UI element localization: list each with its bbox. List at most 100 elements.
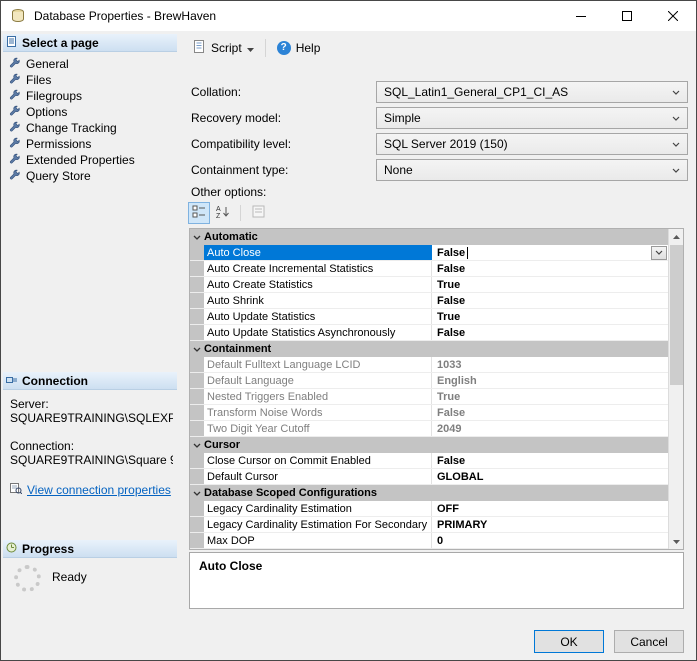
property-row[interactable]: Default CursorGLOBAL [190, 469, 668, 485]
property-row: Nested Triggers EnabledTrue [190, 389, 668, 405]
progress-body: Ready [3, 558, 177, 592]
categorized-icon [192, 205, 206, 221]
scrollbar-down-icon[interactable] [669, 534, 684, 549]
property-value[interactable]: PRIMARY [432, 517, 668, 532]
category-row-database-scoped-configurations[interactable]: Database Scoped Configurations [190, 485, 668, 501]
property-value[interactable]: 0 [432, 533, 668, 548]
sidebar-item-label: Permissions [26, 137, 91, 151]
script-icon [193, 40, 206, 56]
sidebar-item-options[interactable]: Options [9, 104, 177, 120]
property-value[interactable]: False [432, 453, 668, 468]
editor-text[interactable]: False [437, 247, 465, 259]
category-row-cursor[interactable]: Cursor [190, 437, 668, 453]
scrollbar-up-icon[interactable] [669, 229, 684, 244]
indent-strip [190, 309, 204, 324]
property-name: Auto Update Statistics [204, 309, 432, 324]
page-icon [9, 57, 21, 72]
connection-value: SQUARE9TRAINING\Square 9 [10, 453, 173, 467]
property-value[interactable]: False [432, 293, 668, 308]
property-row[interactable]: Auto ShrinkFalse [190, 293, 668, 309]
maximize-icon[interactable] [604, 1, 650, 31]
property-value: False [432, 405, 668, 420]
property-value[interactable]: False [432, 325, 668, 340]
property-value[interactable]: True [432, 309, 668, 324]
chevron-down-icon[interactable] [190, 437, 204, 453]
property-row[interactable]: Auto Update StatisticsTrue [190, 309, 668, 325]
window-controls [558, 1, 696, 31]
property-value[interactable]: GLOBAL [432, 469, 668, 484]
property-name: Close Cursor on Commit Enabled [204, 453, 432, 468]
property-row[interactable]: Legacy Cardinality EstimationOFF [190, 501, 668, 517]
property-name: Default Cursor [204, 469, 432, 484]
category-row-automatic[interactable]: Automatic [190, 229, 668, 245]
property-name: Transform Noise Words [204, 405, 432, 420]
property-value[interactable]: OFF [432, 501, 668, 516]
indent-strip [190, 421, 204, 436]
chevron-down-icon[interactable] [190, 229, 204, 245]
alphabetical-sort-button[interactable]: AZ [212, 202, 234, 224]
scrollbar-thumb[interactable] [670, 245, 683, 385]
select-page-panel: Select a page General Files Filegroups O… [3, 34, 177, 184]
editor-dropdown-icon[interactable] [651, 246, 667, 260]
categorized-button[interactable] [188, 202, 210, 224]
sidebar-item-query-store[interactable]: Query Store [9, 168, 177, 184]
property-row-auto-close[interactable]: Auto Close False [190, 245, 668, 261]
property-name: Auto Close [204, 245, 432, 260]
select-page-header: Select a page [3, 34, 177, 52]
database-icon [10, 8, 26, 24]
property-row[interactable]: Auto Update Statistics AsynchronouslyFal… [190, 325, 668, 341]
sidebar-item-files[interactable]: Files [9, 72, 177, 88]
property-name: Max DOP [204, 533, 432, 548]
script-label: Script [211, 41, 242, 55]
category-row-containment[interactable]: Containment [190, 341, 668, 357]
property-row[interactable]: Max DOP0 [190, 533, 668, 549]
indent-strip [190, 517, 204, 532]
compatibility-level-label: Compatibility level: [191, 133, 291, 155]
sidebar-item-permissions[interactable]: Permissions [9, 136, 177, 152]
property-name: Default Language [204, 373, 432, 388]
sidebar-item-change-tracking[interactable]: Change Tracking [9, 120, 177, 136]
view-connection-properties-row: View connection properties [10, 482, 173, 497]
category-label: Cursor [204, 437, 240, 453]
property-grid: Automatic Auto CloseFalse Auto Create In… [189, 228, 684, 550]
view-connection-properties-link[interactable]: View connection properties [27, 483, 171, 497]
property-row[interactable]: Auto Create StatisticsTrue [190, 277, 668, 293]
help-button[interactable]: Help [271, 37, 327, 59]
sidebar-item-extended-properties[interactable]: Extended Properties [9, 152, 177, 168]
property-row[interactable]: Legacy Cardinality Estimation For Second… [190, 517, 668, 533]
sidebar-item-general[interactable]: General [9, 56, 177, 72]
grid-scrollbar[interactable] [668, 229, 683, 549]
property-value-editor[interactable]: False [432, 245, 668, 260]
property-row[interactable]: Auto Create Incremental StatisticsFalse [190, 261, 668, 277]
cancel-button[interactable]: Cancel [614, 630, 684, 653]
property-name: Legacy Cardinality Estimation For Second… [204, 517, 432, 532]
progress-title: Progress [22, 542, 74, 556]
containment-type-value: None [384, 163, 413, 177]
titlebar[interactable]: Database Properties - BrewHaven [1, 1, 696, 31]
chevron-down-icon [247, 41, 254, 55]
property-row: Default LanguageEnglish [190, 373, 668, 389]
minimize-icon[interactable] [558, 1, 604, 31]
recovery-model-select[interactable]: Simple [376, 107, 688, 129]
ok-button[interactable]: OK [534, 630, 604, 653]
containment-type-select[interactable]: None [376, 159, 688, 181]
collation-select[interactable]: SQL_Latin1_General_CP1_CI_AS [376, 81, 688, 103]
close-icon[interactable] [650, 1, 696, 31]
page-icon [9, 153, 21, 168]
chevron-down-icon[interactable] [190, 485, 204, 501]
indent-strip [190, 277, 204, 292]
compatibility-level-select[interactable]: SQL Server 2019 (150) [376, 133, 688, 155]
select-page-title: Select a page [22, 36, 99, 50]
property-value[interactable]: True [432, 277, 668, 292]
property-value[interactable]: False [432, 261, 668, 276]
ok-label: OK [560, 635, 577, 649]
help-icon [277, 41, 291, 55]
chevron-down-icon[interactable] [190, 341, 204, 357]
category-label: Automatic [204, 229, 258, 245]
property-description: Auto Close [189, 552, 684, 609]
sidebar-item-filegroups[interactable]: Filegroups [9, 88, 177, 104]
containment-type-label: Containment type: [191, 159, 288, 181]
property-row[interactable]: Close Cursor on Commit EnabledFalse [190, 453, 668, 469]
property-grid-rows: Automatic Auto CloseFalse Auto Create In… [190, 229, 668, 549]
script-button[interactable]: Script [187, 36, 260, 60]
